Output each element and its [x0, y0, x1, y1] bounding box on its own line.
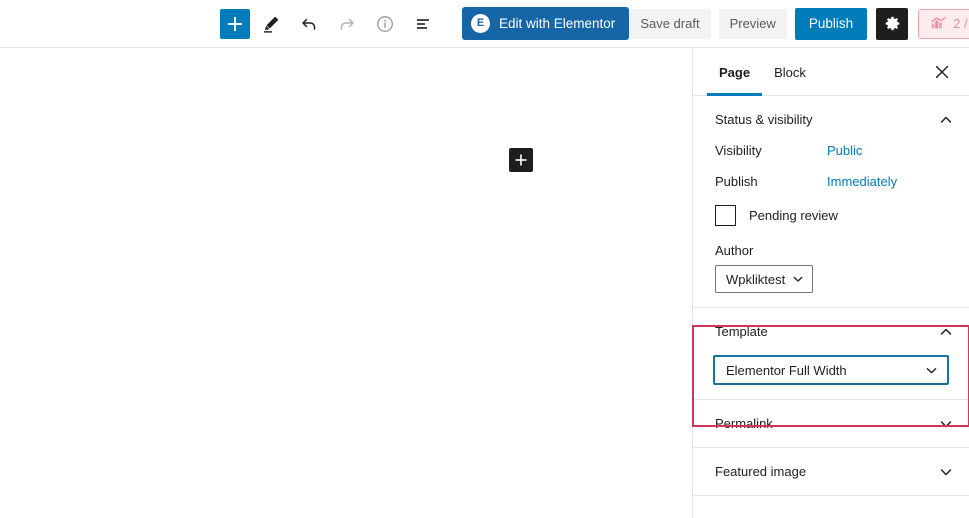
- panel-template-body: Elementor Full Width: [693, 355, 969, 399]
- panel-status-visibility-body: Visibility Public Publish Immediately Pe…: [693, 143, 969, 307]
- pending-review-row: Pending review: [715, 205, 947, 226]
- info-circle-icon: [377, 15, 393, 32]
- chevron-up-icon: [940, 116, 952, 123]
- undo-button[interactable]: [292, 7, 326, 41]
- settings-sidebar: Page Block Status & visibility Visibilit…: [692, 49, 969, 518]
- preview-button[interactable]: Preview: [718, 8, 787, 39]
- visibility-label: Visibility: [715, 143, 762, 158]
- author-label: Author: [715, 243, 754, 258]
- elementor-logo-icon: E: [471, 14, 490, 33]
- edit-with-elementor-button[interactable]: E Edit with Elementor: [462, 7, 630, 40]
- seo-score-badge[interactable]: 2 / 100: [918, 8, 969, 39]
- pending-review-checkbox[interactable]: [715, 205, 736, 226]
- template-select-value: Elementor Full Width: [726, 362, 847, 378]
- redo-button[interactable]: [330, 7, 364, 41]
- toolbar-right-group: Save draft Preview Publish 2 / 100: [629, 7, 969, 40]
- panel-status-visibility: Status & visibility Visibility Public Pu…: [693, 96, 969, 308]
- gear-icon: [885, 16, 899, 31]
- save-draft-button[interactable]: Save draft: [629, 8, 711, 39]
- plus-icon: [515, 154, 527, 166]
- close-icon: [935, 65, 949, 79]
- chevron-down-icon: [793, 276, 803, 282]
- panel-template-header[interactable]: Template: [693, 308, 969, 355]
- publish-label: Publish: [715, 174, 758, 189]
- tab-block[interactable]: Block: [762, 49, 818, 95]
- list-view-button[interactable]: [406, 7, 440, 41]
- author-select-value: Wpkliktest: [726, 271, 786, 287]
- publish-value-button[interactable]: Immediately: [827, 174, 897, 189]
- chevron-down-icon: [940, 468, 952, 475]
- redo-icon: [340, 18, 354, 30]
- panel-template-title: Template: [715, 324, 768, 339]
- wordpress-block-editor: E Edit with Elementor Save draft Preview…: [0, 0, 969, 518]
- panel-template: Template Elementor Full Width: [693, 308, 969, 400]
- panel-permalink-header[interactable]: Permalink: [693, 400, 969, 447]
- publish-row: Publish Immediately: [715, 174, 947, 189]
- toolbar-left-group: E Edit with Elementor: [220, 7, 630, 41]
- canvas-block-inserter-button[interactable]: [509, 148, 533, 172]
- panel-status-visibility-header[interactable]: Status & visibility: [693, 96, 969, 143]
- panel-permalink-title: Permalink: [715, 416, 773, 431]
- details-info-button[interactable]: [368, 7, 402, 41]
- tools-pencil-button[interactable]: [254, 7, 288, 41]
- edit-with-elementor-label: Edit with Elementor: [499, 16, 616, 31]
- editor-toolbar: E Edit with Elementor Save draft Preview…: [0, 0, 969, 48]
- close-sidebar-button[interactable]: [925, 49, 959, 95]
- panel-featured-image-title: Featured image: [715, 464, 807, 479]
- panel-status-visibility-title: Status & visibility: [715, 112, 813, 127]
- settings-gear-button[interactable]: [876, 7, 909, 40]
- tab-page[interactable]: Page: [707, 49, 763, 96]
- plus-icon: [228, 16, 242, 31]
- visibility-row: Visibility Public: [715, 143, 947, 158]
- template-select[interactable]: Elementor Full Width: [713, 355, 949, 385]
- sidebar-tab-bar: Page Block: [693, 49, 969, 96]
- editor-canvas[interactable]: [0, 49, 692, 518]
- chevron-down-icon: [940, 420, 952, 427]
- pending-review-label: Pending review: [749, 208, 838, 223]
- publish-button[interactable]: Publish: [794, 7, 868, 40]
- seo-score-value: 2 / 100: [953, 16, 969, 31]
- seo-score-icon: [931, 17, 946, 29]
- add-block-button[interactable]: [220, 8, 250, 39]
- chevron-up-icon: [940, 328, 952, 335]
- panel-permalink: Permalink: [693, 400, 969, 448]
- pencil-icon: [264, 16, 279, 33]
- visibility-value-button[interactable]: Public: [827, 143, 862, 158]
- panel-featured-image: Featured image: [693, 448, 969, 496]
- panel-featured-image-header[interactable]: Featured image: [693, 448, 969, 495]
- list-view-icon: [417, 18, 429, 29]
- undo-icon: [302, 18, 316, 30]
- chevron-down-icon: [926, 367, 937, 373]
- author-select[interactable]: Wpkliktest: [715, 265, 814, 293]
